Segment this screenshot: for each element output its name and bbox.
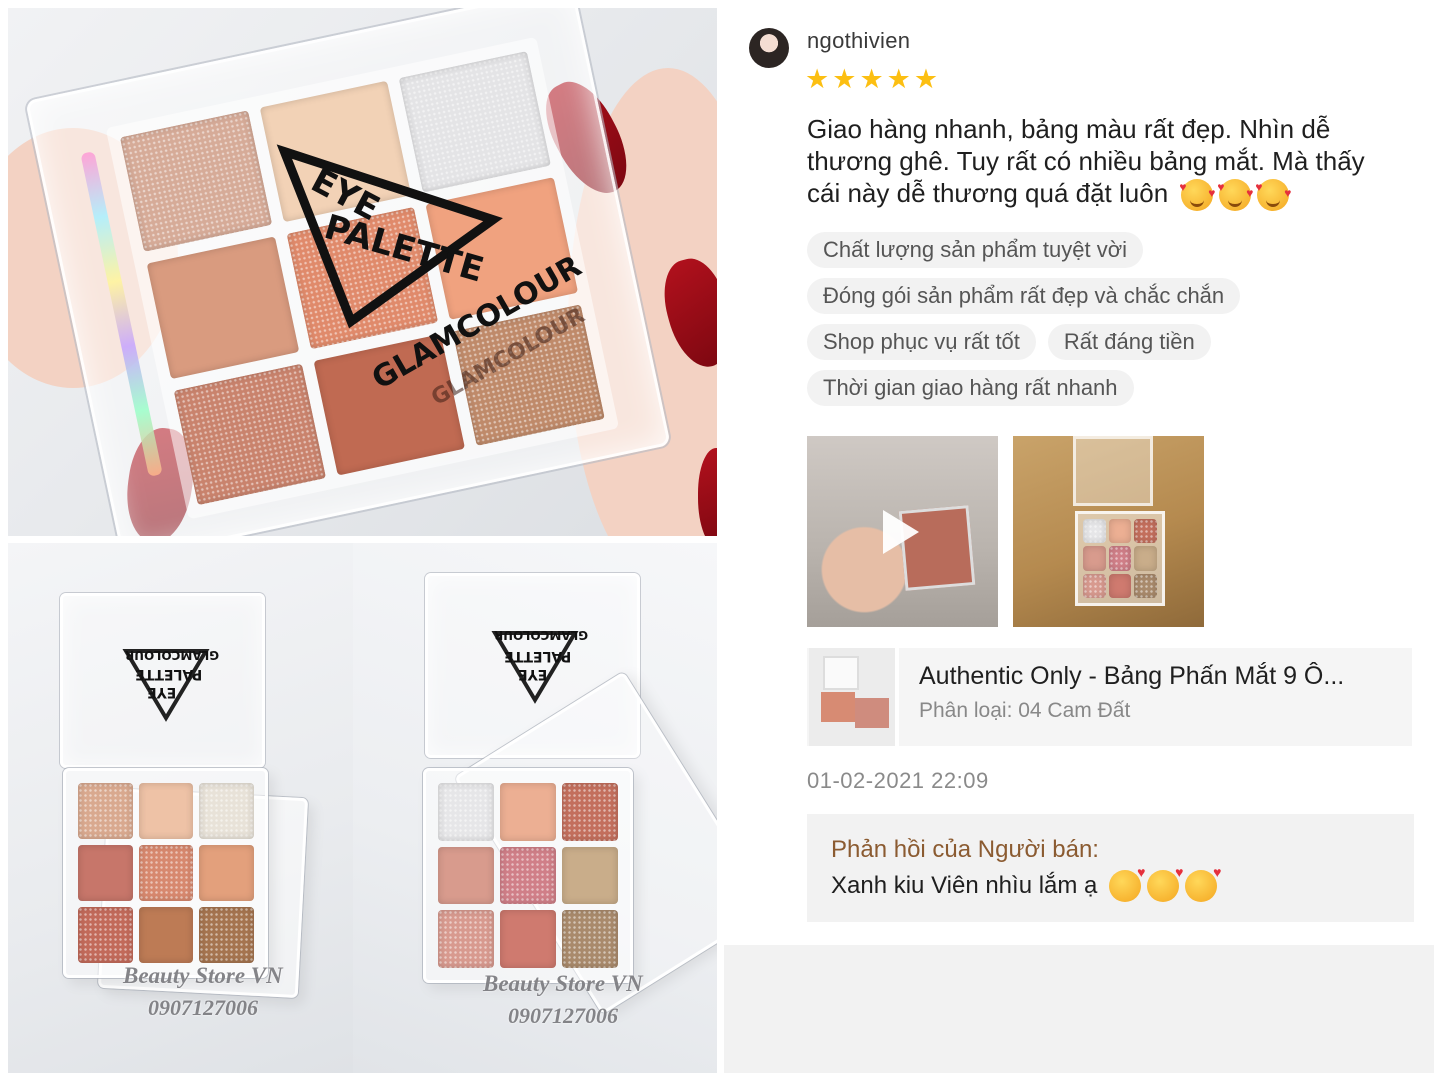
seller-reply-title: Phản hồi của Người bán: (831, 836, 1099, 863)
product-info: Authentic Only - Bảng Phấn Mắt 9 Ô... Ph… (899, 648, 1389, 746)
thumb-lid (823, 656, 859, 690)
play-icon[interactable] (883, 510, 919, 554)
avatar[interactable] (749, 28, 789, 68)
star-rating: ★ ★ ★ ★ ★ (805, 66, 938, 94)
star-icon: ★ (832, 64, 857, 95)
face-blowing-a-kiss-icon (1109, 864, 1145, 902)
eyeshadow-pan (138, 783, 194, 839)
palette-hand-photo: EYE PALETTE GLAMCOLOUR GLAMCOLOUR (8, 8, 717, 536)
watermark-name: Beauty Store VN (123, 963, 283, 988)
eyeshadow-grid (1075, 511, 1165, 606)
review-tag: Đóng gói sản phẩm rất đẹp và chắc chắn (807, 278, 1241, 314)
emoji-row: ♥ ♥ ♥ ♥ ♥ ♥ (1179, 179, 1291, 212)
eyeshadow-pan (562, 783, 618, 841)
review-panel: ngothivien ★ ★ ★ ★ ★ Giao hàng nhanh, bảng m… (724, 8, 1434, 945)
eyeshadow-pan (1083, 546, 1106, 571)
palette-base (63, 768, 268, 978)
palette-lid: EYE PALETTE GLAMCOLOUR (60, 593, 265, 768)
lid-text: PALETTE (135, 666, 203, 682)
eyeshadow-pan (562, 910, 618, 968)
review-video-thumbnail[interactable] (807, 436, 998, 627)
seller-reply-message: Xanh kiu Viên nhìu lắm ạ (831, 864, 1414, 902)
lid-text: EYE (518, 666, 548, 682)
eyeshadow-grid (78, 783, 254, 963)
palette-base (423, 768, 633, 983)
eyeshadow-pan (1134, 546, 1157, 571)
eyeshadow-pan (1108, 519, 1132, 544)
smiling-face-with-hearts-icon: ♥ ♥ (1179, 179, 1215, 212)
review-text: Giao hàng nhanh, bảng màu rất đẹp. Nhìn … (807, 113, 1417, 212)
watermark-phone: 0907127006 (508, 1003, 618, 1028)
palette-case: EYE PALETTE GLAMCOLOUR GLAMCOLOUR (25, 8, 671, 536)
eyeshadow-pan (500, 783, 556, 841)
eyeshadow-pan (1134, 519, 1157, 544)
smiling-face-with-hearts-icon: ♥ ♥ (1255, 179, 1291, 212)
eyeshadow-pan (1083, 573, 1106, 598)
panel-footer (724, 945, 1434, 1073)
review-tags: Chất lượng sản phẩm tuyệt vời Đóng gói s… (807, 232, 1417, 406)
eyeshadow-pan (562, 846, 618, 905)
review-timestamp: 01-02-2021 22:09 (807, 768, 989, 793)
review-tag: Rất đáng tiền (1047, 324, 1211, 360)
thumb-palette (855, 698, 889, 728)
eyeshadow-pan (1134, 573, 1157, 598)
eyeshadow-pan (438, 783, 494, 841)
lid-text: GLAMCOLOUR (125, 648, 220, 662)
thumb-palette (821, 692, 855, 722)
eyeshadow-pan (199, 783, 254, 839)
palette-open-photo-2: EYE PALETTE GLAMCOLOUR Beauty Store VN 0… (353, 543, 717, 1073)
eyeshadow-pan (438, 910, 494, 968)
eyeshadow-pan (500, 846, 556, 905)
eyeshadow-pan (119, 110, 273, 253)
seller-reply-text: Xanh kiu Viên nhìu lắm ạ (831, 872, 1098, 899)
eyeshadow-pan (199, 907, 254, 963)
product-thumbnail (809, 648, 899, 746)
face-blowing-a-kiss-icon (1147, 864, 1183, 902)
eyeshadow-pan (138, 845, 194, 901)
palette-lid (1073, 436, 1153, 506)
star-icon: ★ (805, 64, 830, 95)
star-icon: ★ (913, 64, 939, 95)
review-photo-thumbnail[interactable] (1013, 436, 1204, 627)
review-text-line: thương ghê. Tuy rất có nhiều bảng mắt. M… (807, 146, 1365, 176)
eyeshadow-pan (199, 845, 254, 901)
smiling-face-with-hearts-icon: ♥ ♥ (1217, 179, 1253, 212)
lid-text: PALETTE (504, 648, 572, 664)
reviewer-username[interactable]: ngothivien (807, 28, 910, 54)
eyeshadow-pan (500, 910, 556, 968)
face-blowing-a-kiss-icon (1185, 864, 1221, 902)
eyeshadow-pan (78, 907, 133, 963)
product-card[interactable]: Authentic Only - Bảng Phấn Mắt 9 Ô... Ph… (807, 648, 1412, 746)
review-tag: Chất lượng sản phẩm tuyệt vời (807, 232, 1144, 268)
review-text-line: Giao hàng nhanh, bảng màu rất đẹp. Nhìn … (807, 114, 1331, 144)
eyeshadow-pan (1083, 519, 1106, 544)
review-tag: Thời gian giao hàng rất nhanh (807, 370, 1134, 406)
eyeshadow-pan (78, 845, 133, 901)
star-icon: ★ (886, 64, 911, 95)
photo-collage: EYE PALETTE GLAMCOLOUR GLAMCOLOUR EYE PA… (0, 0, 722, 1080)
eyeshadow-pan (173, 363, 326, 506)
star-icon: ★ (859, 64, 884, 95)
seller-reply: Phản hồi của Người bán: Xanh kiu Viên nh… (807, 814, 1414, 922)
lid-text: EYE (147, 684, 177, 700)
eyeshadow-grid (438, 783, 618, 968)
eyeshadow-pan (438, 846, 494, 905)
lid-text: GLAMCOLOUR (494, 628, 589, 642)
eyeshadow-pan (1108, 573, 1132, 598)
watermark-phone: 0907127006 (148, 995, 258, 1020)
product-variant: Phân loại: 04 Cam Đất (919, 699, 1131, 722)
eyeshadow-pan (146, 236, 299, 379)
palette-open-photo-1: EYE PALETTE GLAMCOLOUR Beauty Store VN 0… (8, 543, 353, 1073)
product-name[interactable]: Authentic Only - Bảng Phấn Mắt 9 Ô... (919, 662, 1389, 691)
eyeshadow-pan (78, 783, 133, 839)
review-text-line-3: cái này dễ thương quá đặt luôn (807, 178, 1169, 208)
eyeshadow-pan (138, 907, 194, 963)
watermark-name: Beauty Store VN (483, 971, 643, 996)
review-text-line: cái này dễ thương quá đặt luôn ♥ ♥ ♥ ♥ ♥ ♥ (807, 177, 1417, 212)
review-tag: Shop phục vụ rất tốt (807, 324, 1036, 360)
eyeshadow-pan (1108, 546, 1132, 571)
